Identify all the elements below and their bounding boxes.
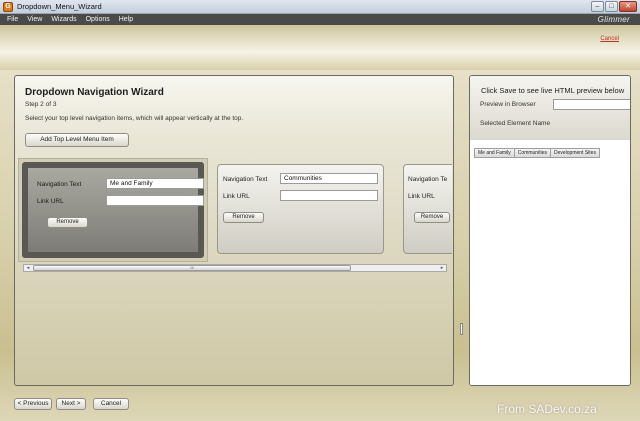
menu-wizards[interactable]: Wizards (51, 16, 76, 23)
scroll-thumb[interactable]: III (33, 265, 351, 271)
wizard-description: Select your top level navigation items, … (25, 115, 244, 122)
nav-text-input-1[interactable]: Me and Family (106, 178, 204, 189)
window-title: Dropdown_Menu_Wizard (17, 2, 102, 11)
preview-tab-development-sites[interactable]: Development Sites (549, 148, 600, 158)
menu-options[interactable]: Options (86, 16, 110, 23)
maximize-button[interactable]: □ (605, 1, 618, 12)
menu-bar: File View Wizards Options Help (0, 14, 640, 25)
cards-horizontal-scrollbar[interactable]: ◂ III ▸ (23, 264, 447, 272)
preview-browser-select[interactable] (553, 99, 630, 110)
preview-tab-me-and-family[interactable]: Me and Family (474, 148, 515, 158)
menu-help[interactable]: Help (119, 16, 133, 23)
brand-logo: Glimmer (597, 15, 630, 24)
menu-file[interactable]: File (7, 16, 18, 23)
link-url-label: Link URL (37, 198, 64, 205)
nav-text-label: Navigation Text (223, 176, 268, 183)
link-url-input-2[interactable] (280, 190, 378, 201)
app-header: Cancel (0, 25, 640, 70)
cancel-button[interactable]: Cancel (93, 398, 129, 410)
previous-button[interactable]: < Previous (14, 398, 52, 410)
html-preview-area: Me and Family Communities Development Si… (470, 139, 630, 385)
app-icon: G (3, 2, 13, 12)
menu-item-card-2[interactable]: Navigation Text Communities Link URL Rem… (217, 164, 384, 254)
title-bar: G Dropdown_Menu_Wizard – □ ✕ (0, 0, 640, 14)
menu-view[interactable]: View (27, 16, 42, 23)
nav-text-input-2[interactable]: Communities (280, 173, 378, 184)
selected-element-label: Selected Element Name (480, 120, 551, 127)
watermark: From SADev.co.za (497, 402, 597, 416)
preview-tab-communities[interactable]: Communities (513, 148, 551, 158)
wizard-title: Dropdown Navigation Wizard (25, 87, 164, 98)
remove-button-3[interactable]: Remove (414, 212, 450, 223)
scroll-right-arrow-icon[interactable]: ▸ (438, 265, 446, 271)
link-url-label: Link URL (408, 193, 435, 200)
scroll-left-arrow-icon[interactable]: ◂ (24, 265, 32, 271)
menu-item-card-3[interactable]: Navigation Te Link URL Remove (403, 164, 452, 254)
minimize-button[interactable]: – (591, 1, 604, 12)
wizard-step: Step 2 of 3 (25, 101, 57, 108)
panel-splitter[interactable] (460, 79, 463, 382)
remove-button-1[interactable]: Remove (47, 217, 88, 228)
preview-browser-label: Preview in Browser (480, 101, 536, 108)
wizard-panel: Dropdown Navigation Wizard Step 2 of 3 S… (14, 75, 454, 386)
link-url-label: Link URL (223, 193, 250, 200)
remove-button-2[interactable]: Remove (223, 212, 264, 223)
link-url-input-1[interactable] (106, 195, 204, 206)
add-top-level-item-button[interactable]: Add Top Level Menu Item (25, 133, 129, 147)
preview-menu-tabs: Me and Family Communities Development Si… (474, 148, 600, 158)
close-button[interactable]: ✕ (619, 1, 637, 12)
next-button[interactable]: Next > (56, 398, 86, 410)
header-cancel-link[interactable]: Cancel (600, 36, 619, 42)
menu-item-card-1[interactable]: Navigation Text Me and Family Link URL R… (22, 162, 204, 258)
preview-title: Click Save to see live HTML preview belo… (481, 86, 625, 95)
splitter-grip[interactable] (460, 323, 463, 335)
window-controls: – □ ✕ (591, 1, 637, 12)
preview-panel: Click Save to see live HTML preview belo… (469, 75, 631, 386)
menu-items-strip: Navigation Text Me and Family Link URL R… (18, 158, 452, 264)
preview-header: Click Save to see live HTML preview belo… (470, 76, 630, 139)
nav-text-label: Navigation Text (37, 181, 82, 188)
nav-text-label-partial: Navigation Te (408, 176, 448, 183)
